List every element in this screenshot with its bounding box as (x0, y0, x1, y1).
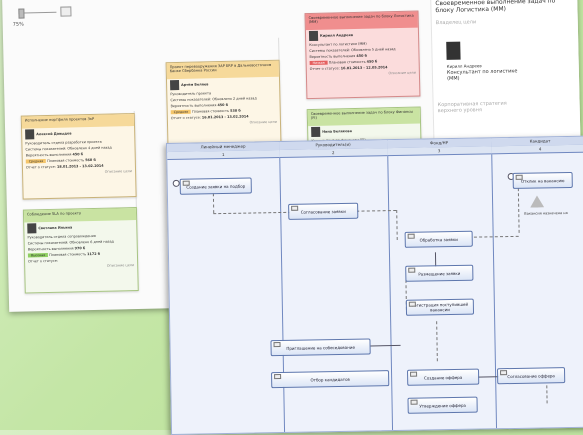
owner-section-label: Владелец цели (435, 19, 477, 27)
process-task[interactable]: Регистрация поступившей вакансии (405, 298, 475, 316)
task-marker-icon (410, 399, 418, 405)
process-task[interactable]: Утверждение оффера (407, 396, 478, 414)
owner-name: Кирилл Андреев (446, 63, 482, 69)
status-badge: Средняя (170, 109, 192, 115)
swimlane: Фонд/НР 3 (386, 138, 498, 431)
task-label: Отклик на вакансию (520, 177, 565, 184)
metric-label: Плановая стоимость (328, 59, 366, 65)
process-task[interactable]: Отбор кандидатов (271, 370, 390, 389)
process-task[interactable]: Размещение заявки (405, 264, 474, 282)
task-label: Создание оффера (423, 374, 463, 381)
panel-title: Своевременное выполнение задач по блоку … (435, 0, 556, 15)
task-marker-icon (182, 180, 190, 186)
task-marker-icon (408, 267, 416, 273)
task-label: Согласование заявки (300, 208, 346, 215)
task-marker-icon (291, 205, 299, 211)
goal-description-link[interactable]: Описание цели (25, 262, 137, 271)
avatar (169, 80, 180, 91)
avatar (308, 30, 319, 42)
avatar (25, 129, 35, 140)
owner-name: Светлана Ильина (38, 225, 73, 231)
goal-description-link[interactable]: Описание цели (23, 168, 135, 177)
avatar (27, 223, 37, 234)
lane-number: 4 (491, 144, 583, 155)
status-badge: Средняя (25, 159, 47, 164)
owner-role: Консультант по логистике (ММ) (446, 68, 518, 82)
lane-number: 3 (387, 146, 492, 157)
report-label: Отчет о статусе: (309, 66, 340, 72)
process-task[interactable]: Отклик на вакансию (512, 171, 573, 189)
process-task[interactable]: Приглашение на собеседование (270, 338, 371, 357)
goal-card[interactable]: Своевременное выполнение задач по блоку … (304, 10, 421, 100)
swimlane: Руководитель(и) 2 (279, 140, 394, 432)
avatar (311, 126, 321, 138)
owner-name: Кирилл Андреев (319, 33, 354, 38)
strategy-section-label: Корпоративная стратегия верхнего уровня (437, 100, 507, 115)
zoom-slider[interactable] (12, 6, 72, 19)
process-task[interactable]: Обработка заявки (404, 230, 473, 248)
metric-value: 970 б (74, 246, 86, 251)
owner-name: Артём Беляев (181, 82, 209, 87)
lane-number: 1 (167, 150, 280, 160)
task-label: Согласование оффера (507, 372, 555, 379)
status-badge: Низкая (309, 60, 328, 66)
task-marker-icon (500, 370, 508, 376)
task-label: Размещение заявки (418, 270, 461, 277)
report-label: Отчет о статусе: (28, 258, 59, 264)
task-marker-icon (274, 374, 282, 380)
owner-name: Нина Белякова (322, 129, 352, 134)
task-label: Отбор кандидатов (310, 376, 350, 383)
zoom-slider-handle[interactable] (18, 8, 25, 19)
metric-label: Плановая стоимость (192, 108, 230, 114)
process-task[interactable]: Согласование оффера (496, 367, 566, 385)
goal-description-link[interactable]: Описание цели (168, 119, 280, 128)
lane-number: 2 (279, 148, 388, 159)
goal-card[interactable]: Проект перевооружения ЗАР ERP в Дальнево… (165, 59, 282, 151)
goal-card[interactable]: Соблюдение SLA по проекту Светлана Ильин… (22, 206, 139, 294)
task-label: Приглашение на собеседование (286, 344, 355, 351)
report-label: Отчет о статусе: (25, 164, 56, 170)
process-task[interactable]: Согласование заявки (288, 202, 359, 220)
task-marker-icon (407, 233, 415, 239)
task-label: Создание заявки на подбор (186, 183, 246, 190)
metric-value: 1172 б (87, 251, 101, 257)
metric-value: 450 б (217, 102, 229, 108)
avatar (446, 41, 461, 60)
task-marker-icon (408, 301, 416, 307)
task-marker-icon (410, 371, 418, 377)
process-task[interactable]: Создание оффера (406, 368, 480, 386)
task-marker-icon (515, 174, 523, 180)
zoom-level: 75% (12, 21, 24, 28)
report-label: Отчет о статусе: (170, 115, 201, 121)
goal-description-link[interactable]: Описание цели (307, 70, 419, 79)
metric-label: Плановая стоимость (49, 252, 87, 257)
task-label: Утверждение оффера (419, 402, 466, 409)
metric-value: 530 б (230, 108, 241, 113)
metric-value: 450 б (366, 59, 378, 64)
metric-label: Плановая стоимость (47, 158, 85, 164)
process-task[interactable]: Создание заявки на подбор (179, 177, 252, 195)
task-label: Регистрация поступившей вакансии (411, 301, 469, 313)
metric-value: 450 б (356, 53, 368, 58)
metric-value: 450 б (72, 152, 84, 157)
status-badge: Высокая (27, 253, 49, 258)
event-label: Вакансия назначена на (524, 210, 568, 216)
metric-value: 560 б (85, 157, 96, 163)
process-diagram-window: Линейный менеджер 1 Руководитель(и) 2 Фо… (166, 135, 583, 435)
task-marker-icon (273, 342, 281, 348)
image-icon[interactable] (60, 6, 72, 17)
task-label: Обработка заявки (419, 236, 458, 243)
goal-card[interactable]: Исполнение портфеля проектов ЗкР Алексей… (20, 113, 137, 200)
owner-name: Алексей Давыдов (36, 131, 72, 137)
